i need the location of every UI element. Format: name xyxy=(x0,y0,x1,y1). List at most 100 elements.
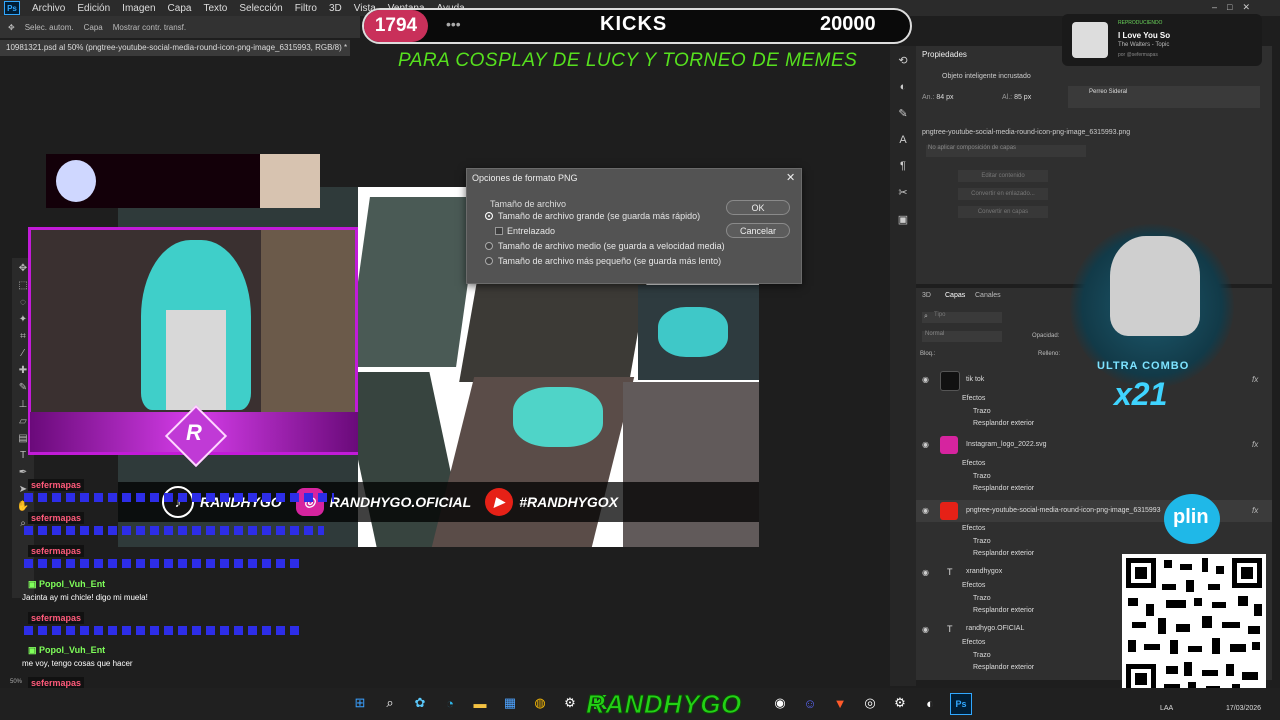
fx-icon[interactable]: fx xyxy=(1252,375,1258,384)
obs-icon[interactable]: ◎ xyxy=(860,693,880,713)
gradient-icon[interactable]: ▤ xyxy=(18,434,27,444)
chat-username: ▣ Popol_Vuh_Ent xyxy=(28,579,106,589)
paragraph-icon[interactable]: ¶ xyxy=(900,160,906,172)
tab-layers[interactable]: Capas xyxy=(945,292,965,299)
menu-capa[interactable]: Capa xyxy=(162,3,198,14)
taskbar-icons: ⊞ ⌕ ✿ ◔ ▬ ▦ ◍ ⚙ K xyxy=(350,692,610,714)
text-tool-icon[interactable]: T xyxy=(20,451,26,461)
windows-start-icon[interactable]: ⊞ xyxy=(350,693,370,713)
brush-icon[interactable]: ✎ xyxy=(19,383,27,393)
cat-meme-image xyxy=(1110,236,1200,336)
chat-message: me voy, tengo cosas que hacer xyxy=(22,659,133,668)
fx-icon[interactable]: fx xyxy=(1252,506,1258,515)
convert-layers-button[interactable]: Convertir en capas xyxy=(958,206,1048,218)
menu-edicion[interactable]: Edición xyxy=(71,3,116,14)
visibility-eye-icon[interactable]: ◉ xyxy=(922,568,929,577)
interlaced-label[interactable]: Entrelazado xyxy=(507,226,555,236)
tools-icon[interactable]: ✂ xyxy=(898,186,907,199)
layer-thumbnail xyxy=(940,436,958,454)
layer-name[interactable]: xrandhygox xyxy=(966,568,1002,575)
character-icon[interactable]: A xyxy=(899,134,906,146)
copilot-icon[interactable]: ✿ xyxy=(410,693,430,713)
interlaced-checkbox[interactable] xyxy=(495,227,503,235)
tab-properties[interactable]: Propiedades xyxy=(922,50,967,59)
move-icon[interactable]: ✥ xyxy=(19,264,27,274)
search-icon[interactable]: ⌕ xyxy=(380,693,400,713)
menu-archivo[interactable]: Archivo xyxy=(26,3,71,14)
radio-large-size[interactable] xyxy=(485,212,493,220)
width-field[interactable]: An.: 84 px xyxy=(922,94,954,101)
chrome-icon[interactable]: ◍ xyxy=(530,693,550,713)
eyedropper-icon[interactable]: ⁄ xyxy=(22,349,24,359)
layer-comp-icon[interactable]: ▣ xyxy=(898,213,908,226)
edge-icon[interactable]: ◔ xyxy=(440,693,460,713)
app-icon[interactable]: ◉ xyxy=(770,693,790,713)
song-artist: The Walters - Topic xyxy=(1118,42,1170,48)
radio-medium-size[interactable] xyxy=(485,242,493,250)
ok-button[interactable]: OK xyxy=(726,200,790,215)
taskbar-date[interactable]: 17/03/2026 xyxy=(1226,705,1261,712)
magic-wand-icon[interactable]: ✦ xyxy=(19,315,27,325)
show-transform-checkbox[interactable]: Mostrar contr. transf. xyxy=(113,23,186,32)
menu-imagen[interactable]: Imagen xyxy=(116,3,161,14)
visibility-eye-icon[interactable]: ◉ xyxy=(922,375,929,384)
youtube-icon: ▶ xyxy=(485,488,514,516)
photoshop-taskbar-icon[interactable]: Ps xyxy=(950,693,972,715)
radio-large-size-label[interactable]: Tamaño de archivo grande (se guarda más … xyxy=(498,211,700,221)
text-layer-icon: T xyxy=(947,624,953,634)
hand-icon[interactable]: ✋ xyxy=(17,502,29,512)
radio-small-size[interactable] xyxy=(485,257,493,265)
store-icon[interactable]: ▦ xyxy=(500,693,520,713)
settings-icon[interactable]: ⚙ xyxy=(890,693,910,713)
globe-icon[interactable]: ◐ xyxy=(920,693,940,713)
radio-medium-size-label[interactable]: Tamaño de archivo medio (se guarda a vel… xyxy=(498,241,725,251)
chat-emote-row xyxy=(24,493,334,502)
auto-select-checkbox[interactable]: Selec. autom. xyxy=(25,23,74,32)
cancel-button[interactable]: Cancelar xyxy=(726,223,790,238)
target-select[interactable]: Capa xyxy=(84,23,103,32)
language-indicator[interactable]: LAA xyxy=(1160,705,1173,712)
fx-icon[interactable]: fx xyxy=(1252,440,1258,449)
healing-icon[interactable]: ✚ xyxy=(19,366,27,376)
brush-settings-icon[interactable]: ✎ xyxy=(898,107,907,120)
eraser-icon[interactable]: ▱ xyxy=(19,417,27,427)
tab-3d[interactable]: 3D xyxy=(922,292,931,299)
zoom-status[interactable]: 50% xyxy=(10,679,22,685)
layer-comp-select[interactable]: No aplicar composición de capas xyxy=(926,145,1086,157)
height-field[interactable]: Al.: 85 px xyxy=(1002,94,1031,101)
blend-mode-select[interactable]: Normal xyxy=(922,331,1002,342)
menu-3d[interactable]: 3D xyxy=(323,3,348,14)
tab-channels[interactable]: Canales xyxy=(975,292,1001,299)
lasso-icon[interactable]: ◌ xyxy=(20,298,26,308)
stamp-icon[interactable]: ⊥ xyxy=(19,400,28,410)
pen-icon[interactable]: ✒ xyxy=(19,468,27,478)
radio-small-size-label[interactable]: Tamaño de archivo más pequeño (se guarda… xyxy=(498,256,721,266)
folder-icon[interactable]: ▬ xyxy=(470,693,490,713)
discord-icon[interactable]: ☺ xyxy=(800,693,820,713)
convert-linked-button[interactable]: Convertir en enlazado... xyxy=(958,188,1048,200)
visibility-eye-icon[interactable]: ◉ xyxy=(922,625,929,634)
visibility-eye-icon[interactable]: ◉ xyxy=(922,440,929,449)
marquee-icon[interactable]: ⬚ xyxy=(18,281,27,291)
brave-icon[interactable]: ▼ xyxy=(830,693,850,713)
close-icon[interactable]: ✕ xyxy=(786,171,795,184)
adjust-icon[interactable]: ◐ xyxy=(900,81,907,93)
kicks-label: KICKS xyxy=(600,13,668,35)
steam-icon[interactable]: ⚙ xyxy=(560,693,580,713)
photoshop-icon[interactable]: Ps xyxy=(4,1,20,15)
history-icon[interactable]: ⟲ xyxy=(898,54,907,67)
layer-name[interactable]: randhygo.OFICIAL xyxy=(966,625,1024,632)
document-tab[interactable]: 10981321.psd al 50% (pngtree-youtube-soc… xyxy=(0,40,350,56)
crop-icon[interactable]: ⌗ xyxy=(20,332,26,342)
edit-contents-button[interactable]: Editar contenido xyxy=(958,170,1048,182)
menu-filtro[interactable]: Filtro xyxy=(289,3,323,14)
layer-name[interactable]: tik tok xyxy=(966,376,984,383)
window-controls[interactable]: –□✕ xyxy=(1212,2,1260,13)
layer-search-input[interactable]: Tipo xyxy=(922,312,1002,323)
layer-name[interactable]: Instagram_logo_2022.svg xyxy=(966,441,1047,448)
layer-name[interactable]: pngtree-youtube-social-media-round-icon-… xyxy=(966,507,1161,514)
visibility-eye-icon[interactable]: ◉ xyxy=(922,506,929,515)
move-tool-icon[interactable]: ✥ xyxy=(8,23,15,32)
menu-seleccion[interactable]: Selección xyxy=(233,3,288,14)
menu-texto[interactable]: Texto xyxy=(197,3,233,14)
